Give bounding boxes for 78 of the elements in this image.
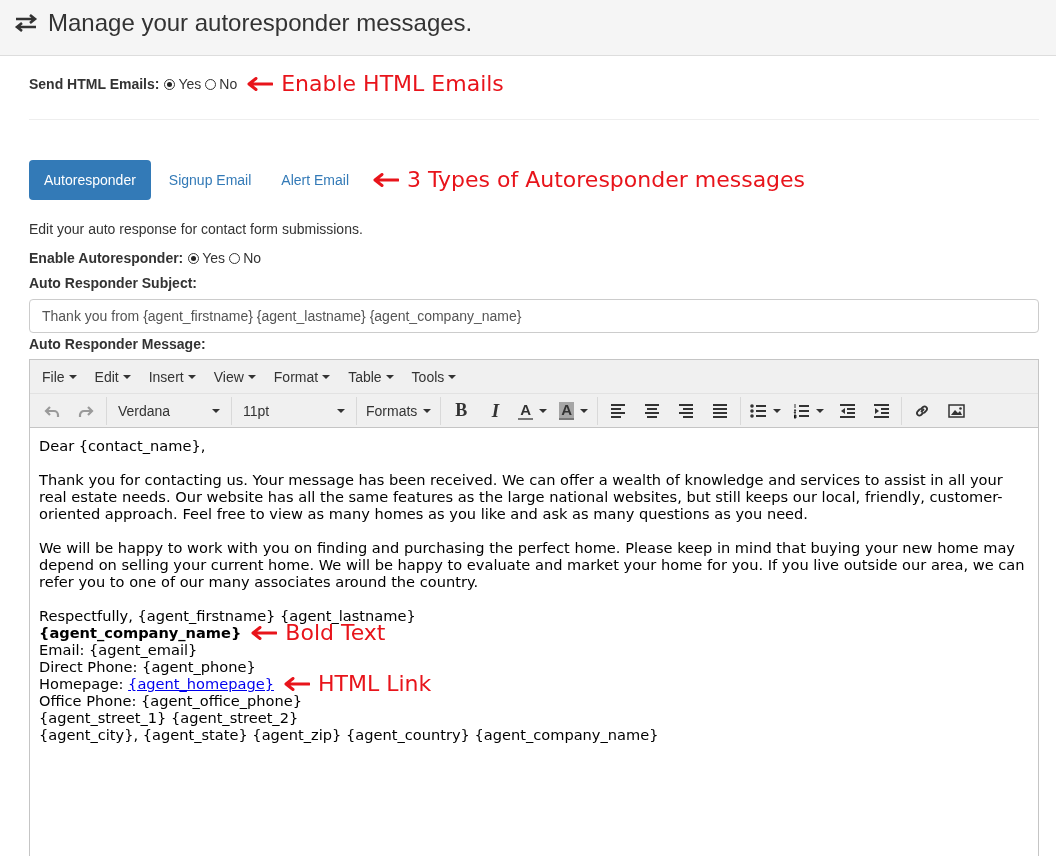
page-title: Manage your autoresponder messages.: [48, 9, 473, 37]
italic-button[interactable]: I: [478, 396, 513, 425]
link-icon: [913, 402, 931, 419]
field-label: Auto Responder Subject:: [29, 275, 198, 291]
field-label: Send HTML Emails:: [29, 76, 160, 92]
menu-item[interactable]: Table: [338, 363, 402, 390]
dropdown[interactable]: 11pt: [235, 396, 353, 425]
tab[interactable]: Alert Email: [269, 160, 362, 200]
annotation-text: Enable HTML Emails: [281, 73, 504, 95]
menu-item[interactable]: Insert: [138, 363, 204, 390]
caret-icon: [580, 408, 589, 413]
description-text: Edit your auto response for contact form submissions.: [29, 221, 364, 237]
radio-button[interactable]: [229, 252, 241, 264]
indent-icon: [872, 402, 890, 419]
arrow-icon: [373, 173, 400, 187]
caret-icon: [423, 408, 432, 413]
menu-item[interactable]: Edit: [84, 363, 139, 390]
menu-item[interactable]: File: [32, 363, 85, 390]
homepage-link[interactable]: {agent_homepage}: [128, 675, 274, 692]
redo-icon: [78, 403, 94, 418]
caret-icon: [448, 375, 457, 379]
caret-icon: [68, 375, 77, 379]
signature-line: {agent_street_1} {agent_street_2}: [39, 709, 299, 726]
signature-line: {agent_city}, {agent_state} {agent_zip} {agent_country} {agent_company_name}: [39, 726, 659, 743]
caret-icon: [247, 375, 256, 379]
radio-label: No: [219, 76, 238, 92]
tab[interactable]: Signup Email: [156, 160, 264, 200]
signature-line: Homepage:: [39, 675, 125, 692]
subject-field[interactable]: Thank you from {agent_firstname} {agent_lastname} {agent_company_name}: [29, 299, 1039, 333]
annotation-text: HTML Link: [317, 672, 432, 695]
radio-label: Yes: [202, 250, 226, 266]
image-icon: [947, 402, 965, 419]
caret-icon: [337, 408, 345, 413]
field-label: Enable Autoresponder:: [29, 250, 184, 266]
align-center-icon: [643, 402, 661, 419]
message-paragraph: Thank you for contacting us. Your message has been received. We can offer a wealth of knowledge and services to assist in all your real estate needs. Our website has all the same features as the large national websites, but still keeps our local, friendly, customer-oriented approach. Feel free to view as many homes as you like and ask as many questions as you need.: [39, 471, 1004, 522]
signature-line: Office Phone: {agent_office_phone}: [39, 692, 303, 709]
caret-icon: [385, 375, 394, 379]
text-color-button[interactable]: A: [512, 396, 554, 425]
menu-item[interactable]: Format: [263, 363, 339, 390]
menu-item[interactable]: View: [203, 363, 264, 390]
bullet-list-icon: [750, 402, 768, 419]
align-left-icon: [609, 402, 627, 419]
arrow-icon: [251, 625, 278, 640]
menu-item[interactable]: Tools: [401, 363, 465, 390]
caret-icon: [816, 408, 825, 413]
tab[interactable]: Autoresponder: [29, 160, 151, 200]
numbered-list-icon: [793, 402, 811, 419]
signature-line: Email: {agent_email}: [39, 641, 198, 658]
caret-icon: [773, 408, 782, 413]
signature-line: Respectfully, {agent_firstname} {agent_lastname}: [39, 607, 416, 624]
caret-icon: [322, 375, 331, 379]
caret-icon: [539, 408, 548, 413]
bold-button[interactable]: B: [444, 396, 479, 425]
radio-button[interactable]: [164, 78, 176, 90]
annotation-text: 3 Types of Autoresponder messages: [407, 169, 806, 191]
formats-dropdown[interactable]: Formats: [360, 396, 438, 425]
field-label: Auto Responder Message:: [29, 336, 207, 352]
radio-label: No: [243, 250, 262, 266]
radio-button[interactable]: [205, 78, 217, 90]
message-paragraph: Dear {contact_name},: [39, 437, 207, 454]
undo-icon: [44, 403, 60, 418]
background-color-button[interactable]: A: [553, 396, 595, 425]
caret-icon: [122, 375, 131, 379]
message-paragraph: We will be happy to work with you on finding and purchasing the perfect home. Please keep in mind that buying your new home may depend on selling your current home. We will be happy to evaluate and market your home for you. If you live outside our area, we can refer you to one of our many associates around the country.: [39, 539, 1026, 590]
swap-arrows-icon: [14, 14, 38, 32]
justify-icon: [711, 402, 729, 419]
arrow-icon: [283, 676, 310, 691]
radio-label: Yes: [178, 76, 202, 92]
arrow-icon: [247, 77, 274, 91]
align-right-icon: [677, 402, 695, 419]
caret-icon: [212, 408, 220, 413]
dropdown[interactable]: Verdana: [110, 396, 228, 425]
caret-icon: [187, 375, 196, 379]
company-name: {agent_company_name}: [39, 624, 242, 641]
outdent-icon: [838, 402, 856, 419]
signature-line: Direct Phone: {agent_phone}: [39, 658, 256, 675]
radio-button[interactable]: [188, 252, 200, 264]
